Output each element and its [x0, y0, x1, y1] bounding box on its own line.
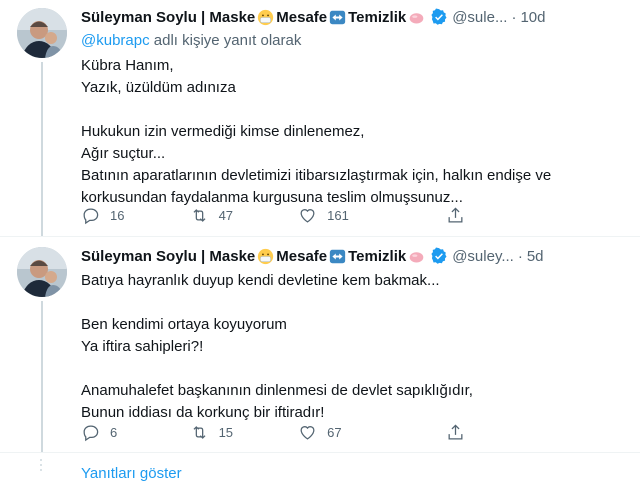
- show-replies-link[interactable]: Yanıtları göster: [81, 465, 182, 482]
- thread-connector-line: [41, 301, 43, 453]
- separator-dot: ·: [511, 8, 517, 26]
- mask-emoji-icon: [258, 248, 274, 264]
- mask-emoji-icon: [258, 9, 274, 25]
- tweet-line: Ağır suçtur...: [81, 145, 166, 162]
- tweet-line: Batıya hayranlık duyup kendi devletine k…: [81, 272, 440, 289]
- separator-dot: ·: [517, 247, 523, 265]
- share-button[interactable]: [446, 423, 541, 442]
- reply-count: 16: [110, 208, 125, 223]
- like-count: 161: [327, 208, 349, 223]
- tweet-content: Süleyman Soylu | Maske Mesafe Temizlik @…: [81, 245, 632, 424]
- share-button[interactable]: [446, 206, 541, 225]
- author-name-part: Temizlik: [348, 8, 407, 26]
- left-right-arrow-emoji-icon: [329, 249, 346, 263]
- tweet-line: Anamuhalefet başkanının dinlenmesi de de…: [81, 382, 473, 399]
- show-replies-row[interactable]: Yanıtları göster: [0, 452, 640, 496]
- share-icon: [448, 207, 463, 223]
- left-right-arrow-emoji-icon: [329, 10, 346, 24]
- author-name-part: Mesafe: [276, 247, 328, 265]
- tweet-text: Kübra Hanım, Yazık, üzüldüm adınıza Huku…: [81, 55, 632, 209]
- reply-context: @kubrapc adlı kişiye yanıt olarak: [81, 32, 632, 52]
- author-name-part: Mesafe: [276, 8, 328, 26]
- author-name-part: Süleyman Soylu | Maske: [81, 8, 256, 26]
- author-name[interactable]: Süleyman Soylu | Maske Mesafe Temizlik: [81, 248, 427, 265]
- retweet-button[interactable]: 47: [190, 206, 299, 225]
- avatar-photo-icon: [17, 247, 67, 297]
- tweet-line: Bunun iddiası da korkunç bir iftiradır!: [81, 404, 325, 421]
- retweet-icon: [193, 426, 206, 439]
- author-handle[interactable]: @sule...: [452, 9, 507, 26]
- like-button[interactable]: 161: [298, 206, 446, 225]
- tweet-thread: Süleyman Soylu | Maske Mesafe Temizlik @…: [0, 0, 640, 496]
- author-name[interactable]: Süleyman Soylu | Maske Mesafe Temizlik: [81, 9, 427, 26]
- retweet-button[interactable]: 15: [190, 423, 299, 442]
- thread-more-dots: [40, 459, 43, 474]
- tweet-line: Yazık, üzüldüm adınıza: [81, 79, 236, 96]
- reply-to-handle-link[interactable]: @kubrapc: [81, 32, 150, 49]
- like-button[interactable]: 67: [298, 423, 446, 442]
- thread-connector-line: [41, 62, 43, 236]
- tweet-header: Süleyman Soylu | Maske Mesafe Temizlik @…: [81, 245, 632, 267]
- reply-icon: [83, 425, 99, 442]
- tweet-line: Ya iftira sahipleri?!: [81, 338, 204, 355]
- like-icon: [300, 426, 315, 440]
- tweet-time[interactable]: 5d: [527, 248, 544, 265]
- tweet-line: Batının aparatlarının devletimizi itibar…: [81, 167, 552, 184]
- author-name-part: Süleyman Soylu | Maske: [81, 247, 256, 265]
- retweet-icon: [193, 209, 206, 222]
- tweet-header: Süleyman Soylu | Maske Mesafe Temizlik @…: [81, 6, 632, 28]
- tweet-time[interactable]: 10d: [520, 9, 545, 26]
- tweet-actions: 16 47 161: [81, 206, 541, 225]
- tweet-line: Hukukun izin vermediği kimse dinlenemez,: [81, 123, 365, 140]
- avatar-photo-icon: [17, 8, 67, 58]
- retweet-count: 15: [218, 425, 234, 440]
- tweet-text: Batıya hayranlık duyup kendi devletine k…: [81, 270, 632, 424]
- reply-icon: [83, 208, 99, 225]
- tweet-line: Kübra Hanım,: [81, 57, 174, 74]
- avatar[interactable]: [17, 247, 67, 297]
- tweet-content: Süleyman Soylu | Maske Mesafe Temizlik @…: [81, 6, 632, 209]
- author-name-part: Temizlik: [348, 247, 407, 265]
- share-icon: [448, 424, 463, 440]
- like-count: 67: [327, 425, 342, 440]
- tweet-actions: 6 15 67: [81, 423, 541, 442]
- retweet-count: 47: [218, 208, 234, 223]
- soap-emoji-icon: [409, 251, 424, 262]
- reply-button[interactable]: 6: [81, 423, 190, 442]
- tweet[interactable]: Süleyman Soylu | Maske Mesafe Temizlik @…: [0, 0, 640, 236]
- verified-badge-icon: [431, 8, 447, 25]
- like-icon: [300, 209, 315, 223]
- tweet-line: Ben kendimi ortaya koyuyorum: [81, 316, 287, 333]
- reply-context-text: adlı kişiye yanıt olarak: [153, 32, 302, 49]
- soap-emoji-icon: [409, 12, 424, 23]
- verified-badge-icon: [431, 247, 447, 264]
- avatar[interactable]: [17, 8, 67, 58]
- reply-button[interactable]: 16: [81, 206, 190, 225]
- author-handle[interactable]: @suley...: [452, 248, 514, 265]
- reply-count: 6: [110, 425, 118, 440]
- tweet[interactable]: Süleyman Soylu | Maske Mesafe Temizlik @…: [0, 236, 640, 453]
